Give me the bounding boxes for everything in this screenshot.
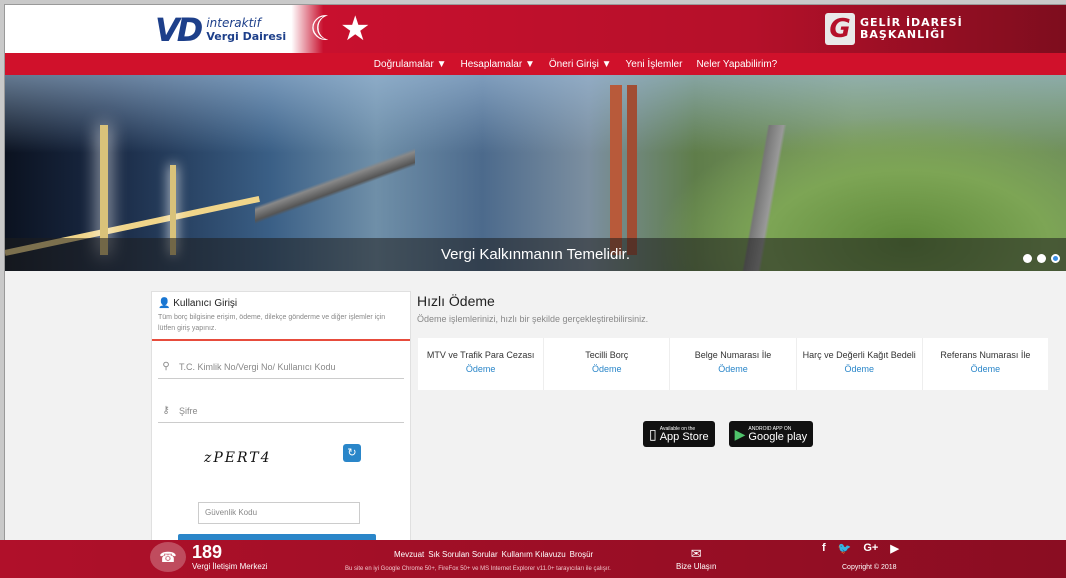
google-big: Google play (748, 430, 808, 443)
refresh-captcha-button[interactable]: ↻ (343, 444, 361, 462)
envelope-icon: ✉ (690, 546, 702, 561)
main-nav: Doğrulamalar ▼ Hesaplamalar ▼ Öneri Giri… (5, 53, 1066, 75)
google-plus-icon[interactable]: G+ (863, 542, 878, 555)
slider-dots (1023, 254, 1060, 263)
person-icon: ⚲ (162, 361, 170, 372)
footer-link-brosur[interactable]: Broşür (570, 550, 594, 559)
username-field[interactable]: ⚲ T.C. Kimlik No/Vergi No/ Kullanıcı Kod… (158, 355, 404, 379)
site-footer: ☎ 189 Vergi İletişim Merkezi Mevzuat Sık… (0, 540, 1066, 578)
logo-mark: VD (155, 11, 203, 49)
pay-referans[interactable]: Referans Numarası İle Ödeme (923, 338, 1048, 390)
pay-name: MTV ve Trafik Para Cezası (426, 350, 535, 360)
login-title: 👤 Kullanıcı Girişi (158, 298, 404, 309)
call-center-label: Vergi İletişim Merkezi (192, 562, 268, 571)
quick-pay-grid: MTV ve Trafik Para Cezası Ödeme Tecilli … (418, 338, 1048, 390)
nav-neler-yapabilirim[interactable]: Neler Yapabilirim? (696, 59, 777, 70)
pay-name: Tecilli Borç (585, 350, 629, 360)
quick-pay-subtitle: Ödeme işlemlerinizi, hızlı bir şekilde g… (417, 314, 649, 324)
pay-name: Referans Numarası İle (940, 350, 1031, 360)
support-icon: ☎ (150, 542, 186, 572)
footer-link-kilavuz[interactable]: Kullanım Kılavuzu (502, 550, 566, 559)
copyright: Copyright © 2018 (842, 564, 897, 571)
slide-dot-3[interactable] (1051, 254, 1060, 263)
pay-tecilli[interactable]: Tecilli Borç Ödeme (544, 338, 671, 390)
captcha-image: zPERT4 (204, 450, 272, 466)
gib-icon: G (825, 13, 855, 45)
slide-dot-2[interactable] (1037, 254, 1046, 263)
login-description: Tüm borç bilgisine erişim, ödeme, dilekç… (158, 314, 386, 332)
login-title-text: Kullanıcı Girişi (173, 298, 238, 309)
refresh-icon: ↻ (347, 446, 357, 459)
pay-link[interactable]: Ödeme (923, 364, 1048, 374)
quick-pay-title: Hızlı Ödeme (417, 293, 495, 309)
contact-label: Bize Ulaşın (676, 562, 717, 571)
logo-line2: Vergi Dairesi (206, 30, 287, 43)
gib-logo[interactable]: G GELİR İDARESİ BAŞKANLIĞI (825, 13, 963, 45)
banner-tower (100, 125, 108, 255)
footer-link-sss[interactable]: Sık Sorulan Sorular (428, 550, 497, 559)
pay-name: Harç ve Değerli Kağıt Bedeli (802, 350, 916, 360)
username-placeholder: T.C. Kimlik No/Vergi No/ Kullanıcı Kodu (179, 361, 336, 372)
pay-belge[interactable]: Belge Numarası İle Ödeme (670, 338, 797, 390)
quick-pay-header: Hızlı Ödeme Ödeme işlemlerinizi, hızlı b… (417, 293, 648, 324)
turkish-flag-image: ☾★ (290, 5, 390, 53)
contact-link[interactable]: ✉ Bize Ulaşın (676, 546, 716, 571)
twitter-icon[interactable]: 🐦 (838, 542, 852, 555)
banner-caption: Vergi Kalkınmanın Temelidir. (5, 238, 1066, 271)
browser-note: Bu site en iyi Google Chrome 50+, FireFo… (345, 566, 611, 572)
slide-dot-1[interactable] (1023, 254, 1032, 263)
youtube-icon[interactable]: ▶ (890, 542, 898, 555)
gib-line2: BAŞKANLIĞI (860, 28, 946, 41)
footer-links: Mevzuat Sık Sorulan Sorular Kullanım Kıl… (394, 550, 593, 559)
ivd-logo[interactable]: VD interaktif Vergi Dairesi (155, 11, 286, 49)
logo-line1: interaktif (206, 16, 261, 30)
login-panel: 👤 Kullanıcı Girişi Tüm borç bilgisine er… (151, 291, 411, 550)
pay-harc[interactable]: Harç ve Değerli Kağıt Bedeli Ödeme (797, 338, 923, 390)
banner-tower (610, 85, 622, 255)
appstore-big: App Store (659, 430, 709, 443)
facebook-icon[interactable]: f (822, 542, 826, 555)
social-links: f 🐦 G+ ▶ (822, 542, 899, 555)
pay-name: Belge Numarası İle (694, 350, 772, 360)
google-play-badge[interactable]: ▶ ANDROID APP ON Google play (728, 421, 814, 447)
password-placeholder: Şifre (179, 405, 198, 416)
phone-icon: ▯ (649, 425, 657, 442)
site-header: VD interaktif Vergi Dairesi ☾★ G GELİR İ… (5, 5, 1066, 53)
key-icon: ⚷ (162, 405, 170, 416)
user-icon: 👤 (158, 298, 171, 309)
pay-mtv[interactable]: MTV ve Trafik Para Cezası Ödeme (418, 338, 545, 390)
app-store-badge[interactable]: ▯ Available on the App Store (643, 421, 715, 447)
crescent-star-icon: ☾★ (309, 9, 371, 49)
banner-road (255, 135, 415, 255)
call-center[interactable]: ☎ 189 Vergi İletişim Merkezi (150, 542, 268, 572)
footer-link-mevzuat[interactable]: Mevzuat (394, 550, 424, 559)
nav-yeni-islemler[interactable]: Yeni İşlemler (626, 59, 683, 70)
pay-link[interactable]: Ödeme (670, 364, 795, 374)
hero-banner: Vergi Kalkınmanın Temelidir. (5, 75, 1066, 271)
nav-dogrulamalar[interactable]: Doğrulamalar ▼ (374, 59, 447, 70)
browser-page: VD interaktif Vergi Dairesi ☾★ G GELİR İ… (4, 4, 1066, 578)
call-center-number: 189 (192, 542, 223, 562)
password-field[interactable]: ⚷ Şifre (158, 399, 404, 423)
pay-link[interactable]: Ödeme (544, 364, 669, 374)
banner-tower (627, 85, 637, 255)
pay-link[interactable]: Ödeme (797, 364, 922, 374)
main-content: 👤 Kullanıcı Girişi Tüm borç bilgisine er… (5, 271, 1066, 550)
app-store-badges: ▯ Available on the App Store ▶ ANDROID A… (643, 421, 814, 447)
play-icon: ▶ (734, 425, 746, 442)
nav-hesaplamalar[interactable]: Hesaplamalar ▼ (460, 59, 534, 70)
pay-link[interactable]: Ödeme (418, 364, 543, 374)
nav-oneri-girisi[interactable]: Öneri Girişi ▼ (549, 59, 612, 70)
security-code-input[interactable]: Güvenlik Kodu (198, 502, 360, 524)
